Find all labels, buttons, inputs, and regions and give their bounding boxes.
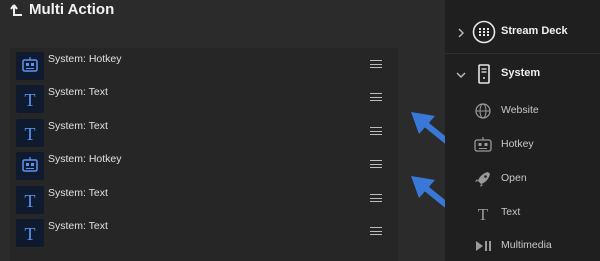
- chevron-right-icon: [458, 28, 464, 38]
- drag-handle-icon[interactable]: [370, 227, 382, 237]
- drag-handle-icon[interactable]: [370, 93, 382, 103]
- category-stream-deck[interactable]: Stream Deck: [445, 17, 600, 47]
- svg-text:T: T: [25, 224, 36, 244]
- robot-keyboard-icon: [16, 52, 44, 80]
- chevron-down-icon: [456, 72, 466, 78]
- svg-text:T: T: [25, 191, 36, 211]
- action-row[interactable]: T System: Text: [14, 217, 398, 250]
- sidebar-item-label: Website: [501, 104, 539, 116]
- action-label: System: Text: [48, 86, 108, 98]
- text-T-icon: T: [16, 85, 44, 113]
- globe-icon: [475, 103, 491, 119]
- text-T-icon: T: [16, 119, 44, 147]
- sidebar-item-hotkey[interactable]: Hotkey: [445, 131, 600, 159]
- category-label: Stream Deck: [501, 25, 568, 37]
- corner-up-arrow-icon[interactable]: [9, 2, 25, 22]
- svg-text:T: T: [25, 90, 36, 110]
- action-row[interactable]: System: Hotkey: [14, 50, 398, 83]
- page-title: Multi Action: [29, 1, 115, 18]
- play-pause-icon: [476, 241, 491, 251]
- action-label: System: Hotkey: [48, 153, 122, 165]
- svg-text:T: T: [25, 124, 36, 144]
- sidebar-item-label: Multimedia: [501, 239, 552, 251]
- sidebar-item-label: Open: [501, 172, 527, 184]
- sidebar-item-label: Text: [501, 206, 521, 218]
- category-label: System: [501, 67, 541, 79]
- rocket-icon: [475, 172, 490, 187]
- robot-icon: [474, 137, 492, 152]
- action-sidebar: Stream Deck System Website Hotkey Open T…: [445, 0, 600, 261]
- svg-text:T: T: [478, 205, 489, 223]
- action-row[interactable]: T System: Text: [14, 83, 398, 116]
- stream-deck-grid-icon: [472, 20, 496, 44]
- text-T-icon: T: [16, 219, 44, 247]
- category-system[interactable]: System: [445, 59, 600, 89]
- action-label: System: Hotkey: [48, 53, 122, 65]
- divider: [445, 53, 600, 54]
- header: Multi Action: [0, 0, 445, 30]
- action-row[interactable]: System: Hotkey: [14, 150, 398, 183]
- robot-keyboard-icon: [16, 152, 44, 180]
- sidebar-item-open[interactable]: Open: [445, 165, 600, 193]
- sidebar-item-multimedia[interactable]: Multimedia: [445, 232, 600, 260]
- sidebar-item-label: Hotkey: [501, 138, 534, 150]
- action-list: System: Hotkey T System: Text T System: …: [10, 48, 398, 261]
- system-tower-icon: [478, 64, 490, 84]
- action-row[interactable]: T System: Text: [14, 117, 398, 150]
- drag-handle-icon[interactable]: [370, 194, 382, 204]
- action-label: System: Text: [48, 120, 108, 132]
- sidebar-item-text[interactable]: T Text: [445, 199, 600, 227]
- action-label: System: Text: [48, 220, 108, 232]
- sidebar-item-website[interactable]: Website: [445, 97, 600, 125]
- drag-handle-icon[interactable]: [370, 60, 382, 70]
- drag-handle-icon[interactable]: [370, 160, 382, 170]
- drag-handle-icon[interactable]: [370, 127, 382, 137]
- text-T-icon: T: [16, 186, 44, 214]
- action-label: System: Text: [48, 187, 108, 199]
- action-row[interactable]: T System: Text: [14, 184, 398, 217]
- text-T-icon: T: [478, 205, 489, 223]
